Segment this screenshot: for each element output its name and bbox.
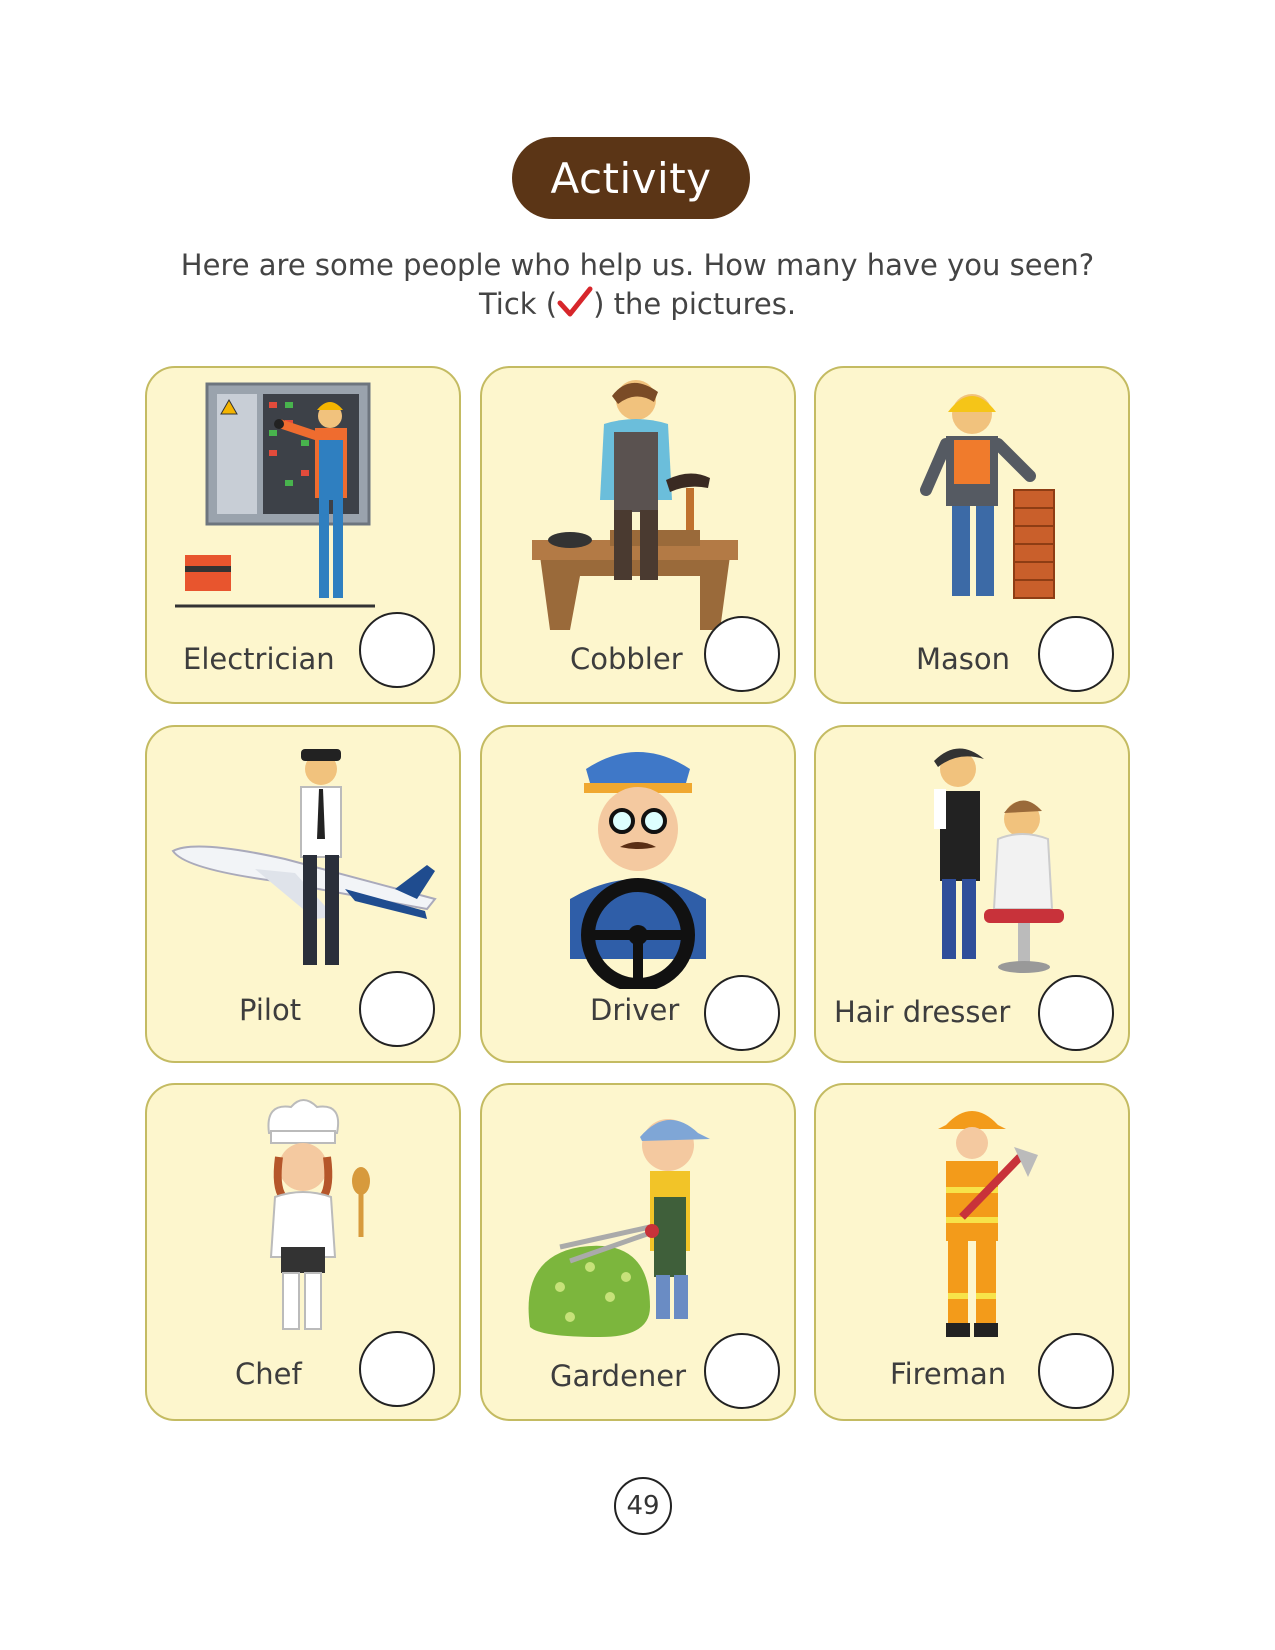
- tick-circle[interactable]: [704, 975, 780, 1051]
- instruction-line-2-before: Tick (: [478, 287, 558, 321]
- card-label: Electrician: [183, 642, 335, 676]
- tick-circle[interactable]: [359, 971, 435, 1047]
- electrician-illustration: [175, 382, 375, 608]
- card-label: Hair dresser: [834, 995, 1011, 1029]
- driver-illustration: [570, 752, 706, 989]
- page-number: 49: [614, 1477, 672, 1535]
- card-driver: Driver: [480, 725, 796, 1063]
- tick-circle[interactable]: [1038, 975, 1114, 1051]
- tick-circle[interactable]: [1038, 616, 1114, 692]
- card-hair-dresser: Hair dresser: [814, 725, 1130, 1063]
- tick-circle[interactable]: [359, 1331, 435, 1407]
- tick-circle[interactable]: [359, 612, 435, 688]
- hair-dresser-illustration: [934, 748, 1064, 973]
- card-mason: Mason: [814, 366, 1130, 704]
- card-label: Pilot: [239, 993, 302, 1027]
- card-label: Cobbler: [570, 642, 683, 676]
- card-chef: Chef: [145, 1083, 461, 1421]
- tick-circle[interactable]: [704, 1333, 780, 1409]
- tick-circle[interactable]: [1038, 1333, 1114, 1409]
- mason-illustration: [920, 394, 1055, 599]
- card-fireman: Fireman: [814, 1083, 1130, 1421]
- card-label: Driver: [590, 993, 680, 1027]
- card-label: Fireman: [890, 1357, 1007, 1391]
- fireman-illustration: [938, 1111, 1038, 1337]
- chef-illustration: [267, 1099, 370, 1330]
- cobbler-illustration: [532, 380, 738, 630]
- card-label: Chef: [235, 1357, 302, 1391]
- card-label: Mason: [916, 642, 1011, 676]
- card-gardener: Gardener: [480, 1083, 796, 1421]
- card-label: Gardener: [550, 1359, 687, 1393]
- gardener-illustration: [528, 1119, 710, 1337]
- tick-circle[interactable]: [704, 616, 780, 692]
- card-cobbler: Cobbler: [480, 366, 796, 704]
- activity-title: Activity: [512, 137, 750, 219]
- card-pilot: Pilot: [145, 725, 461, 1063]
- instruction-line-1: Here are some people who help us. How ma…: [180, 248, 1095, 282]
- card-electrician: Electrician: [145, 366, 461, 704]
- instruction-line-2-after: ) the pictures.: [593, 287, 797, 321]
- pilot-illustration: [171, 749, 437, 965]
- tick-mark-icon: [557, 286, 593, 318]
- instruction-line-2: Tick ( ) the pictures.: [0, 286, 1275, 321]
